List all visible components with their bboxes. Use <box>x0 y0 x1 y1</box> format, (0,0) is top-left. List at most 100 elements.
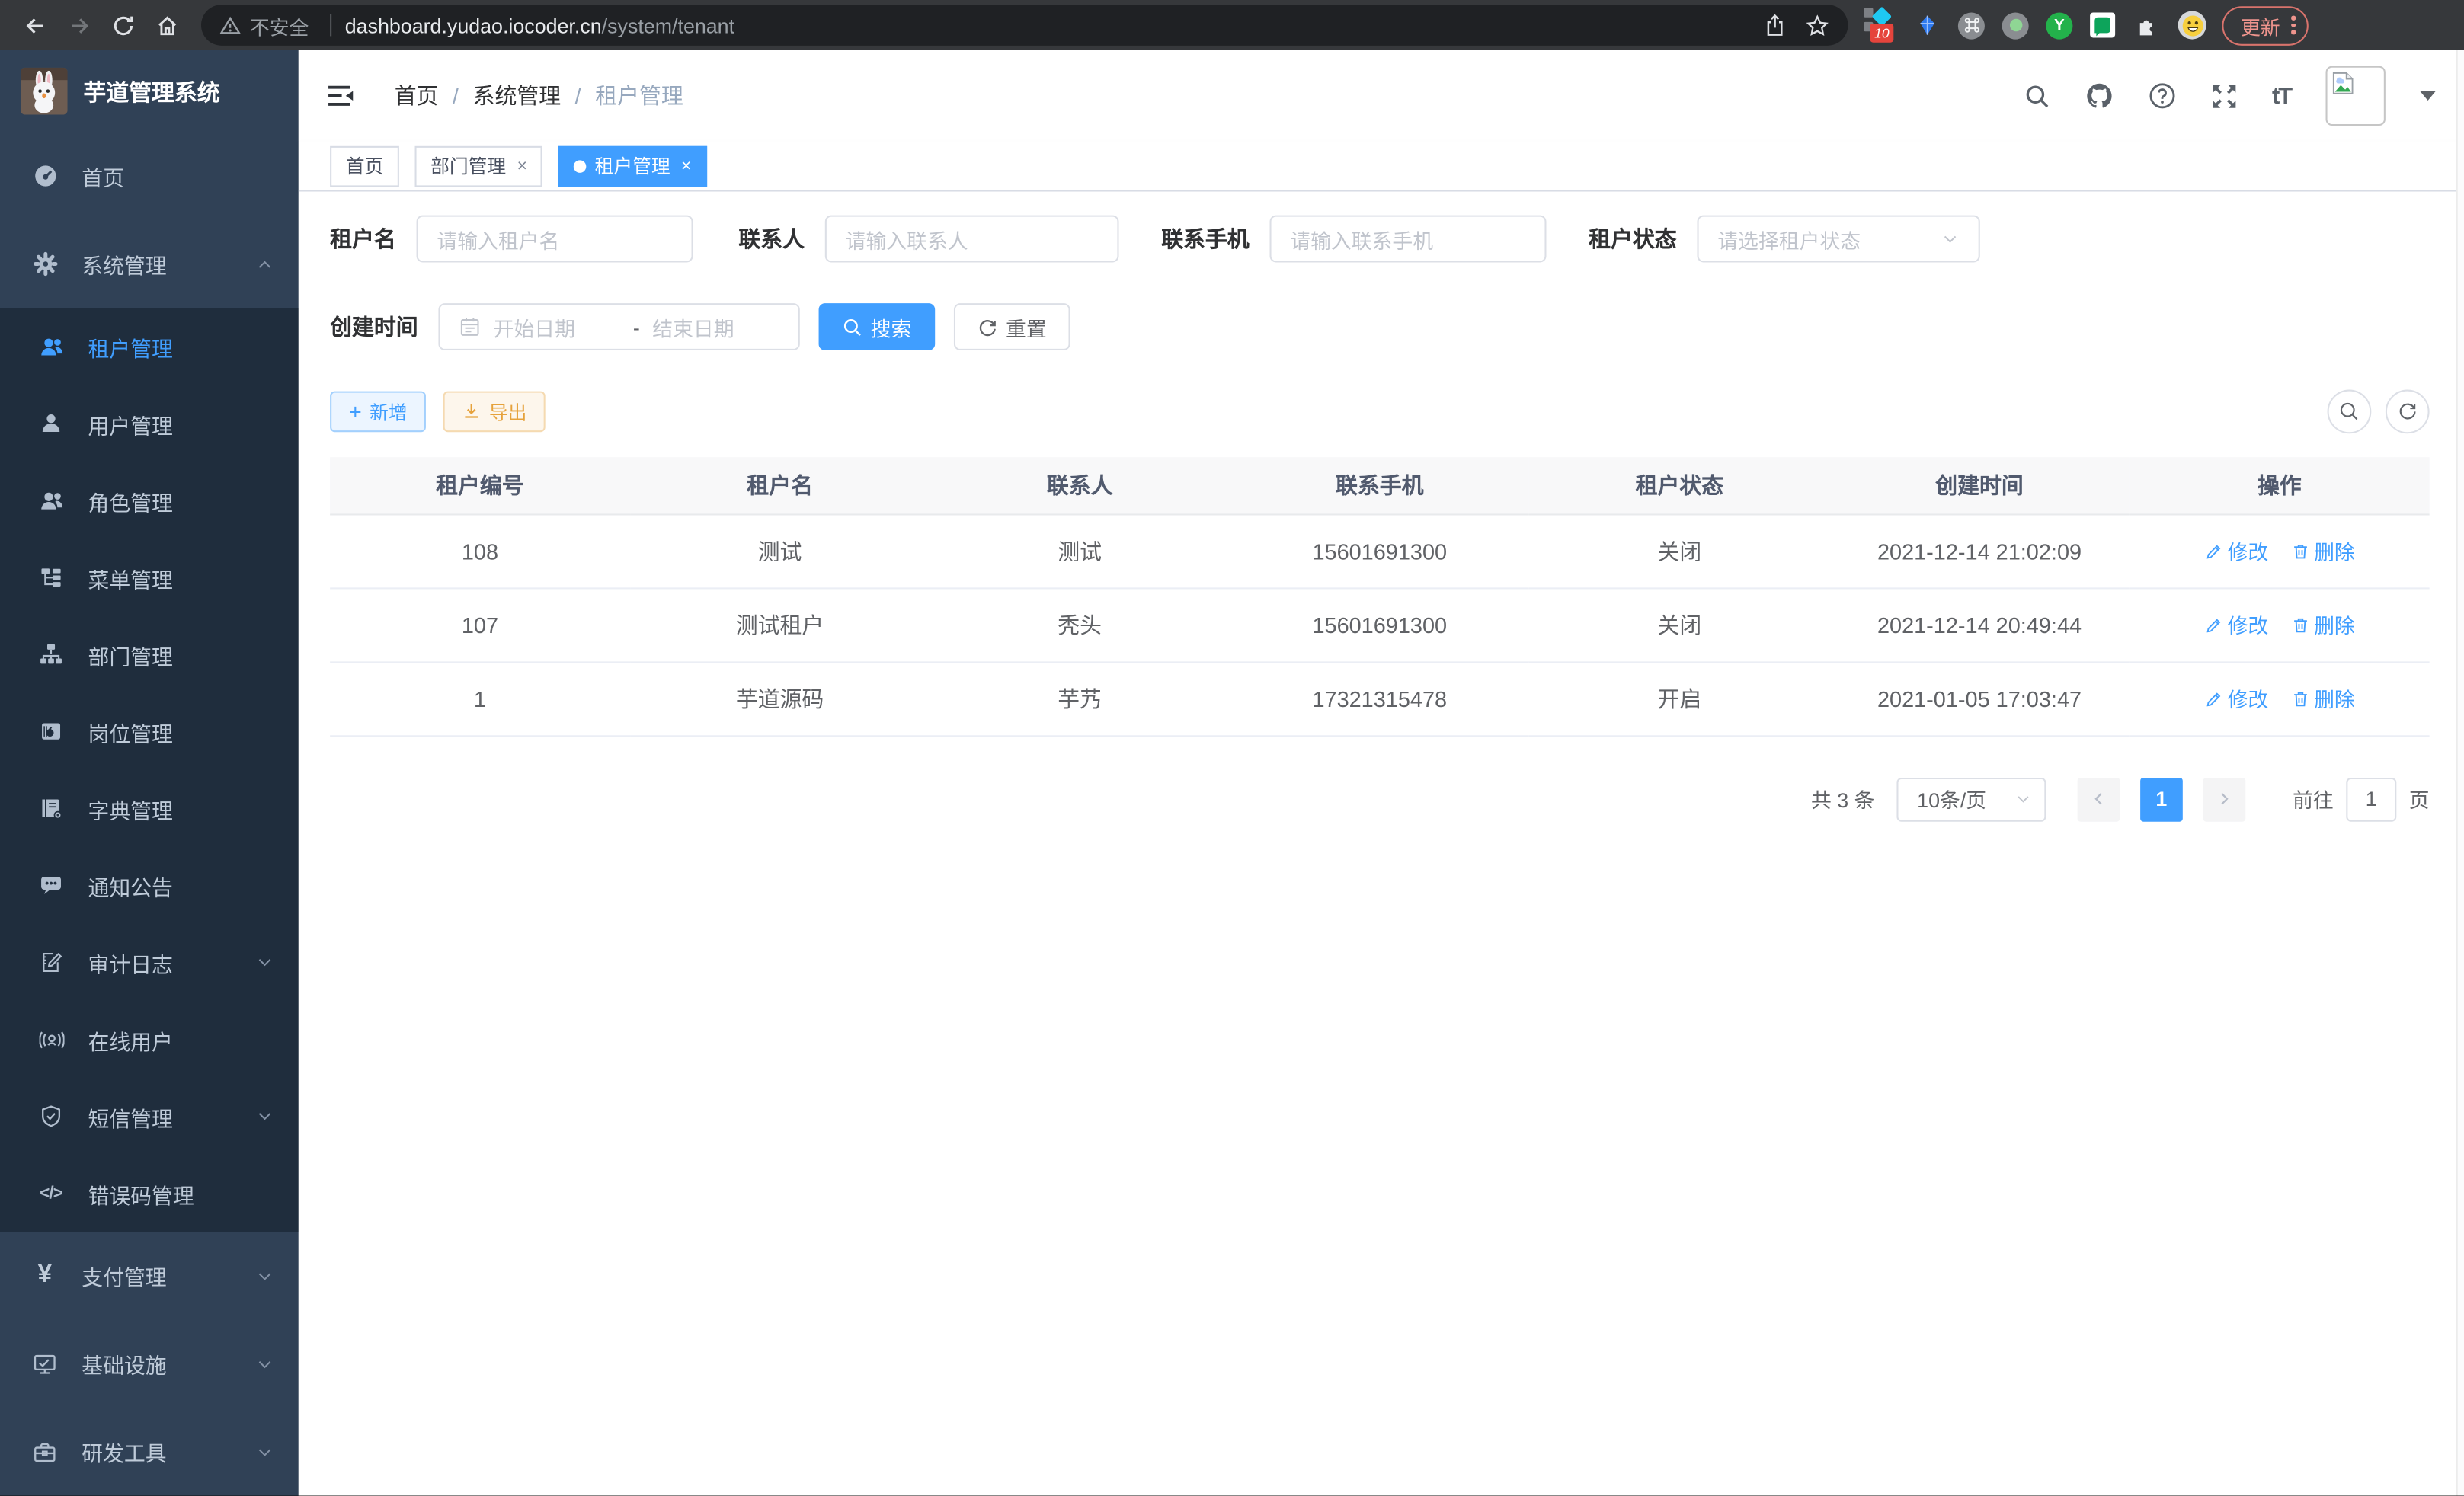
export-button[interactable]: 导出 <box>443 392 546 433</box>
breadcrumb-home[interactable]: 首页 <box>395 80 439 111</box>
add-button[interactable]: + 新增 <box>330 392 426 433</box>
close-icon[interactable]: × <box>681 156 691 175</box>
github-icon[interactable] <box>2085 82 2114 110</box>
prev-page-button[interactable] <box>2078 777 2120 821</box>
col-created: 创建时间 <box>1829 457 2130 513</box>
mobile-input[interactable]: 请输入联系手机 <box>1270 216 1547 263</box>
extension-diamond-icon[interactable]: 10 <box>1864 6 1895 44</box>
sidebar-item-label: 短信管理 <box>88 1101 173 1132</box>
date-start-input[interactable]: 开始日期 <box>494 312 621 341</box>
pagination: 共 3 条 10条/页 1 前往 1 <box>330 777 2430 821</box>
tab-home[interactable]: 首页 <box>330 145 399 187</box>
sidebar-item-post[interactable]: 岗位管理 <box>0 693 299 770</box>
sidebar-item-notice[interactable]: 通知公告 <box>0 847 299 924</box>
sidebar-item-label: 基础设施 <box>82 1348 166 1379</box>
reset-button[interactable]: 重置 <box>954 303 1070 350</box>
sidebar-item-dept[interactable]: 部门管理 <box>0 616 299 693</box>
status-select[interactable]: 请选择租户状态 <box>1698 216 1980 263</box>
tab-dept[interactable]: 部门管理 × <box>415 145 543 187</box>
total-count: 共 3 条 <box>1811 784 1874 814</box>
sidebar-item-role[interactable]: 角色管理 <box>0 462 299 539</box>
reload-icon[interactable] <box>104 6 142 44</box>
badge-icon <box>38 720 65 743</box>
tab-tenant[interactable]: 租户管理 × <box>558 145 707 187</box>
bookmark-star-icon[interactable] <box>1806 14 1829 37</box>
profile-avatar-icon[interactable] <box>2178 11 2206 39</box>
page-content: 租户名 请输入租户名 联系人 请输入联系人 联系手机 请输入联系手机 租户状态 … <box>299 192 2464 1496</box>
sidebar-item-pay[interactable]: ¥ 支付管理 <box>0 1232 299 1320</box>
chrome-menu-icon[interactable] <box>2291 16 2295 34</box>
search-button[interactable]: 搜索 <box>819 303 936 350</box>
font-size-icon[interactable]: tT <box>2272 82 2291 109</box>
avatar-dropdown-caret[interactable] <box>2420 91 2436 109</box>
sidebar-item-audit-log[interactable]: 审计日志 <box>0 924 299 1001</box>
date-end-input[interactable]: 结束日期 <box>652 312 779 341</box>
sidebar-item-infra[interactable]: 基础设施 <box>0 1320 299 1408</box>
extension-chat-icon[interactable] <box>2090 13 2115 38</box>
dashboard-icon <box>31 164 58 189</box>
active-dot <box>574 159 587 172</box>
extension-kite-icon[interactable] <box>1912 11 1941 39</box>
chat-bubble-icon <box>38 874 65 897</box>
extension-y-icon[interactable]: Y <box>2046 11 2072 38</box>
delete-button[interactable]: 删除 <box>2290 683 2355 713</box>
chevron-down-icon <box>256 1267 274 1284</box>
refresh-button[interactable] <box>2386 390 2430 434</box>
date-range-picker[interactable]: 开始日期 - 结束日期 <box>438 303 799 350</box>
sidebar-item-home[interactable]: 首页 <box>0 132 299 220</box>
tree-table-icon <box>38 566 65 590</box>
delete-button[interactable]: 删除 <box>2290 535 2355 565</box>
yen-icon: ¥ <box>31 1261 58 1290</box>
sidebar-item-sms[interactable]: 短信管理 <box>0 1078 299 1155</box>
sidebar-item-system[interactable]: 系统管理 <box>0 220 299 308</box>
share-icon[interactable] <box>1763 14 1787 37</box>
sidebar-item-user[interactable]: 用户管理 <box>0 385 299 462</box>
extension-record-icon[interactable] <box>2002 11 2029 38</box>
edit-button[interactable]: 修改 <box>2204 683 2269 713</box>
tenant-name-input[interactable]: 请输入租户名 <box>417 216 693 263</box>
next-page-button[interactable] <box>2203 777 2246 821</box>
security-warning-icon[interactable] <box>220 15 241 36</box>
top-navbar: 首页 / 系统管理 / 租户管理 <box>299 50 2464 142</box>
user-avatar[interactable] <box>2326 66 2386 126</box>
extensions-puzzle-icon[interactable] <box>2133 11 2161 39</box>
user-icon <box>38 411 65 435</box>
home-icon[interactable] <box>148 6 186 44</box>
sidebar-item-dict[interactable]: 字典管理 <box>0 770 299 847</box>
url-text[interactable]: dashboard.yudao.iocoder.cn/system/tenant <box>345 14 734 37</box>
sidebar-item-menu[interactable]: 菜单管理 <box>0 539 299 615</box>
chrome-update-button[interactable]: 更新 <box>2222 5 2307 45</box>
system-submenu: 租户管理 用户管理 角色管理 <box>0 308 299 1232</box>
forward-icon[interactable] <box>59 6 98 44</box>
breadcrumb-system[interactable]: 系统管理 <box>473 80 562 111</box>
help-icon[interactable] <box>2148 82 2176 110</box>
address-bar[interactable]: 不安全 dashboard.yudao.iocoder.cn/system/te… <box>201 5 1848 46</box>
back-icon[interactable] <box>16 6 54 44</box>
contact-input[interactable]: 请输入联系人 <box>825 216 1119 263</box>
sidebar-item-devtools[interactable]: 研发工具 <box>0 1408 299 1496</box>
close-icon[interactable]: × <box>517 156 527 175</box>
goto-page-input[interactable]: 1 <box>2346 777 2396 821</box>
scrollbar[interactable] <box>2456 50 2464 1496</box>
page-number-1[interactable]: 1 <box>2140 777 2183 821</box>
edit-button[interactable]: 修改 <box>2204 609 2269 639</box>
edit-button[interactable]: 修改 <box>2204 535 2269 565</box>
sidebar-collapse-icon[interactable] <box>327 83 355 108</box>
sidebar-item-online-user[interactable]: 在线用户 <box>0 1001 299 1078</box>
fullscreen-icon[interactable] <box>2211 82 2238 109</box>
extension-command-icon[interactable] <box>1958 11 1985 38</box>
page-size-select[interactable]: 10条/页 <box>1896 777 2046 821</box>
sidebar-item-error-code[interactable]: </> 错误码管理 <box>0 1155 299 1232</box>
sidebar-item-tenant[interactable]: 租户管理 <box>0 308 299 385</box>
shield-check-icon <box>38 1104 65 1128</box>
status-text: 关闭 <box>1530 587 1830 661</box>
delete-button[interactable]: 删除 <box>2290 609 2355 639</box>
book-icon <box>38 797 65 820</box>
mobile-label: 联系手机 <box>1161 223 1250 254</box>
sidebar-logo[interactable]: 芋道管理系统 <box>0 50 299 132</box>
header-search-icon[interactable] <box>2024 82 2050 109</box>
sidebar-item-label: 首页 <box>82 160 124 191</box>
toggle-search-button[interactable] <box>2328 390 2372 434</box>
sidebar-item-label: 错误码管理 <box>88 1178 194 1209</box>
security-label[interactable]: 不安全 <box>250 10 309 40</box>
